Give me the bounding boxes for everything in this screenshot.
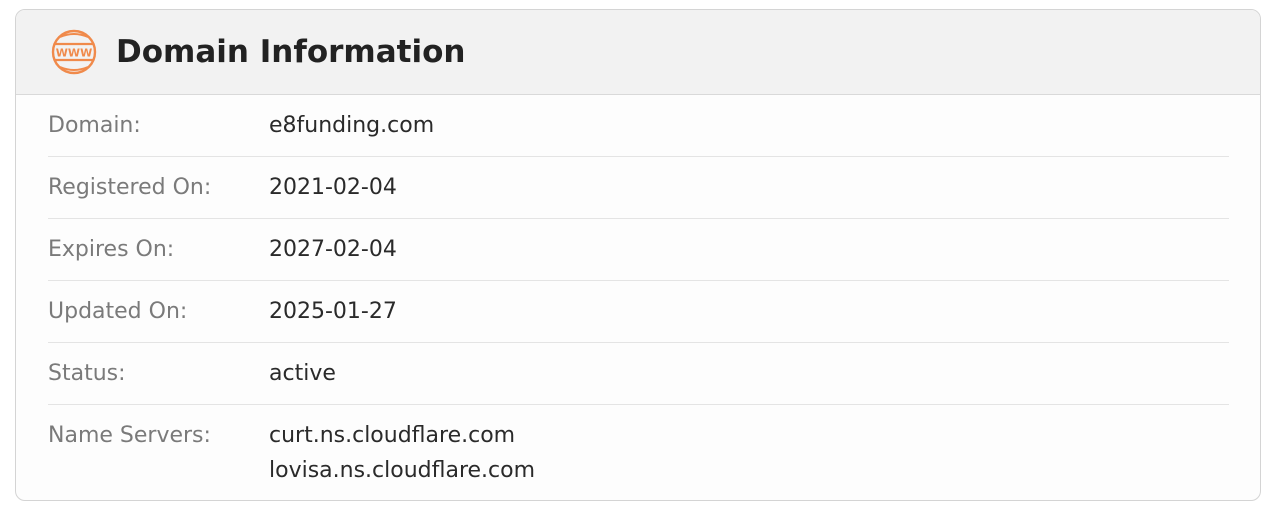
row-value-updated-on: 2025-01-27 (269, 299, 397, 324)
info-row-name-servers: Name Servers: curt.ns.cloudflare.com lov… (48, 405, 1229, 488)
name-server-value: curt.ns.cloudflare.com (269, 423, 516, 448)
svg-text:WWW: WWW (56, 47, 92, 60)
info-row-status: Status: active (48, 343, 1229, 405)
info-row-domain: Domain: e8funding.com (48, 95, 1229, 157)
row-label-registered-on: Registered On: (48, 175, 212, 200)
row-label-status: Status: (48, 361, 126, 386)
domain-information-card: WWW Domain Information Domain: e8funding… (15, 9, 1261, 501)
name-servers-list: curt.ns.cloudflare.com lovisa.ns.cloudfl… (269, 422, 535, 488)
row-label-domain: Domain: (48, 113, 141, 138)
row-value-status: active (269, 361, 336, 386)
row-value-domain: e8funding.com (269, 113, 435, 138)
row-label-name-servers: Name Servers: (48, 423, 211, 448)
info-row-updated-on: Updated On: 2025-01-27 (48, 281, 1229, 343)
info-row-expires-on: Expires On: 2027-02-04 (48, 219, 1229, 281)
domain-info-rows: Domain: e8funding.com Registered On: 202… (16, 95, 1260, 488)
name-server-value: lovisa.ns.cloudflare.com (269, 458, 536, 483)
info-row-registered-on: Registered On: 2021-02-04 (48, 157, 1229, 219)
row-label-expires-on: Expires On: (48, 237, 175, 262)
row-label-updated-on: Updated On: (48, 299, 188, 324)
card-title: Domain Information (116, 34, 466, 70)
card-header: WWW Domain Information (16, 10, 1260, 95)
row-value-expires-on: 2027-02-04 (269, 237, 397, 262)
row-value-registered-on: 2021-02-04 (269, 175, 397, 200)
www-icon: WWW (50, 28, 98, 76)
